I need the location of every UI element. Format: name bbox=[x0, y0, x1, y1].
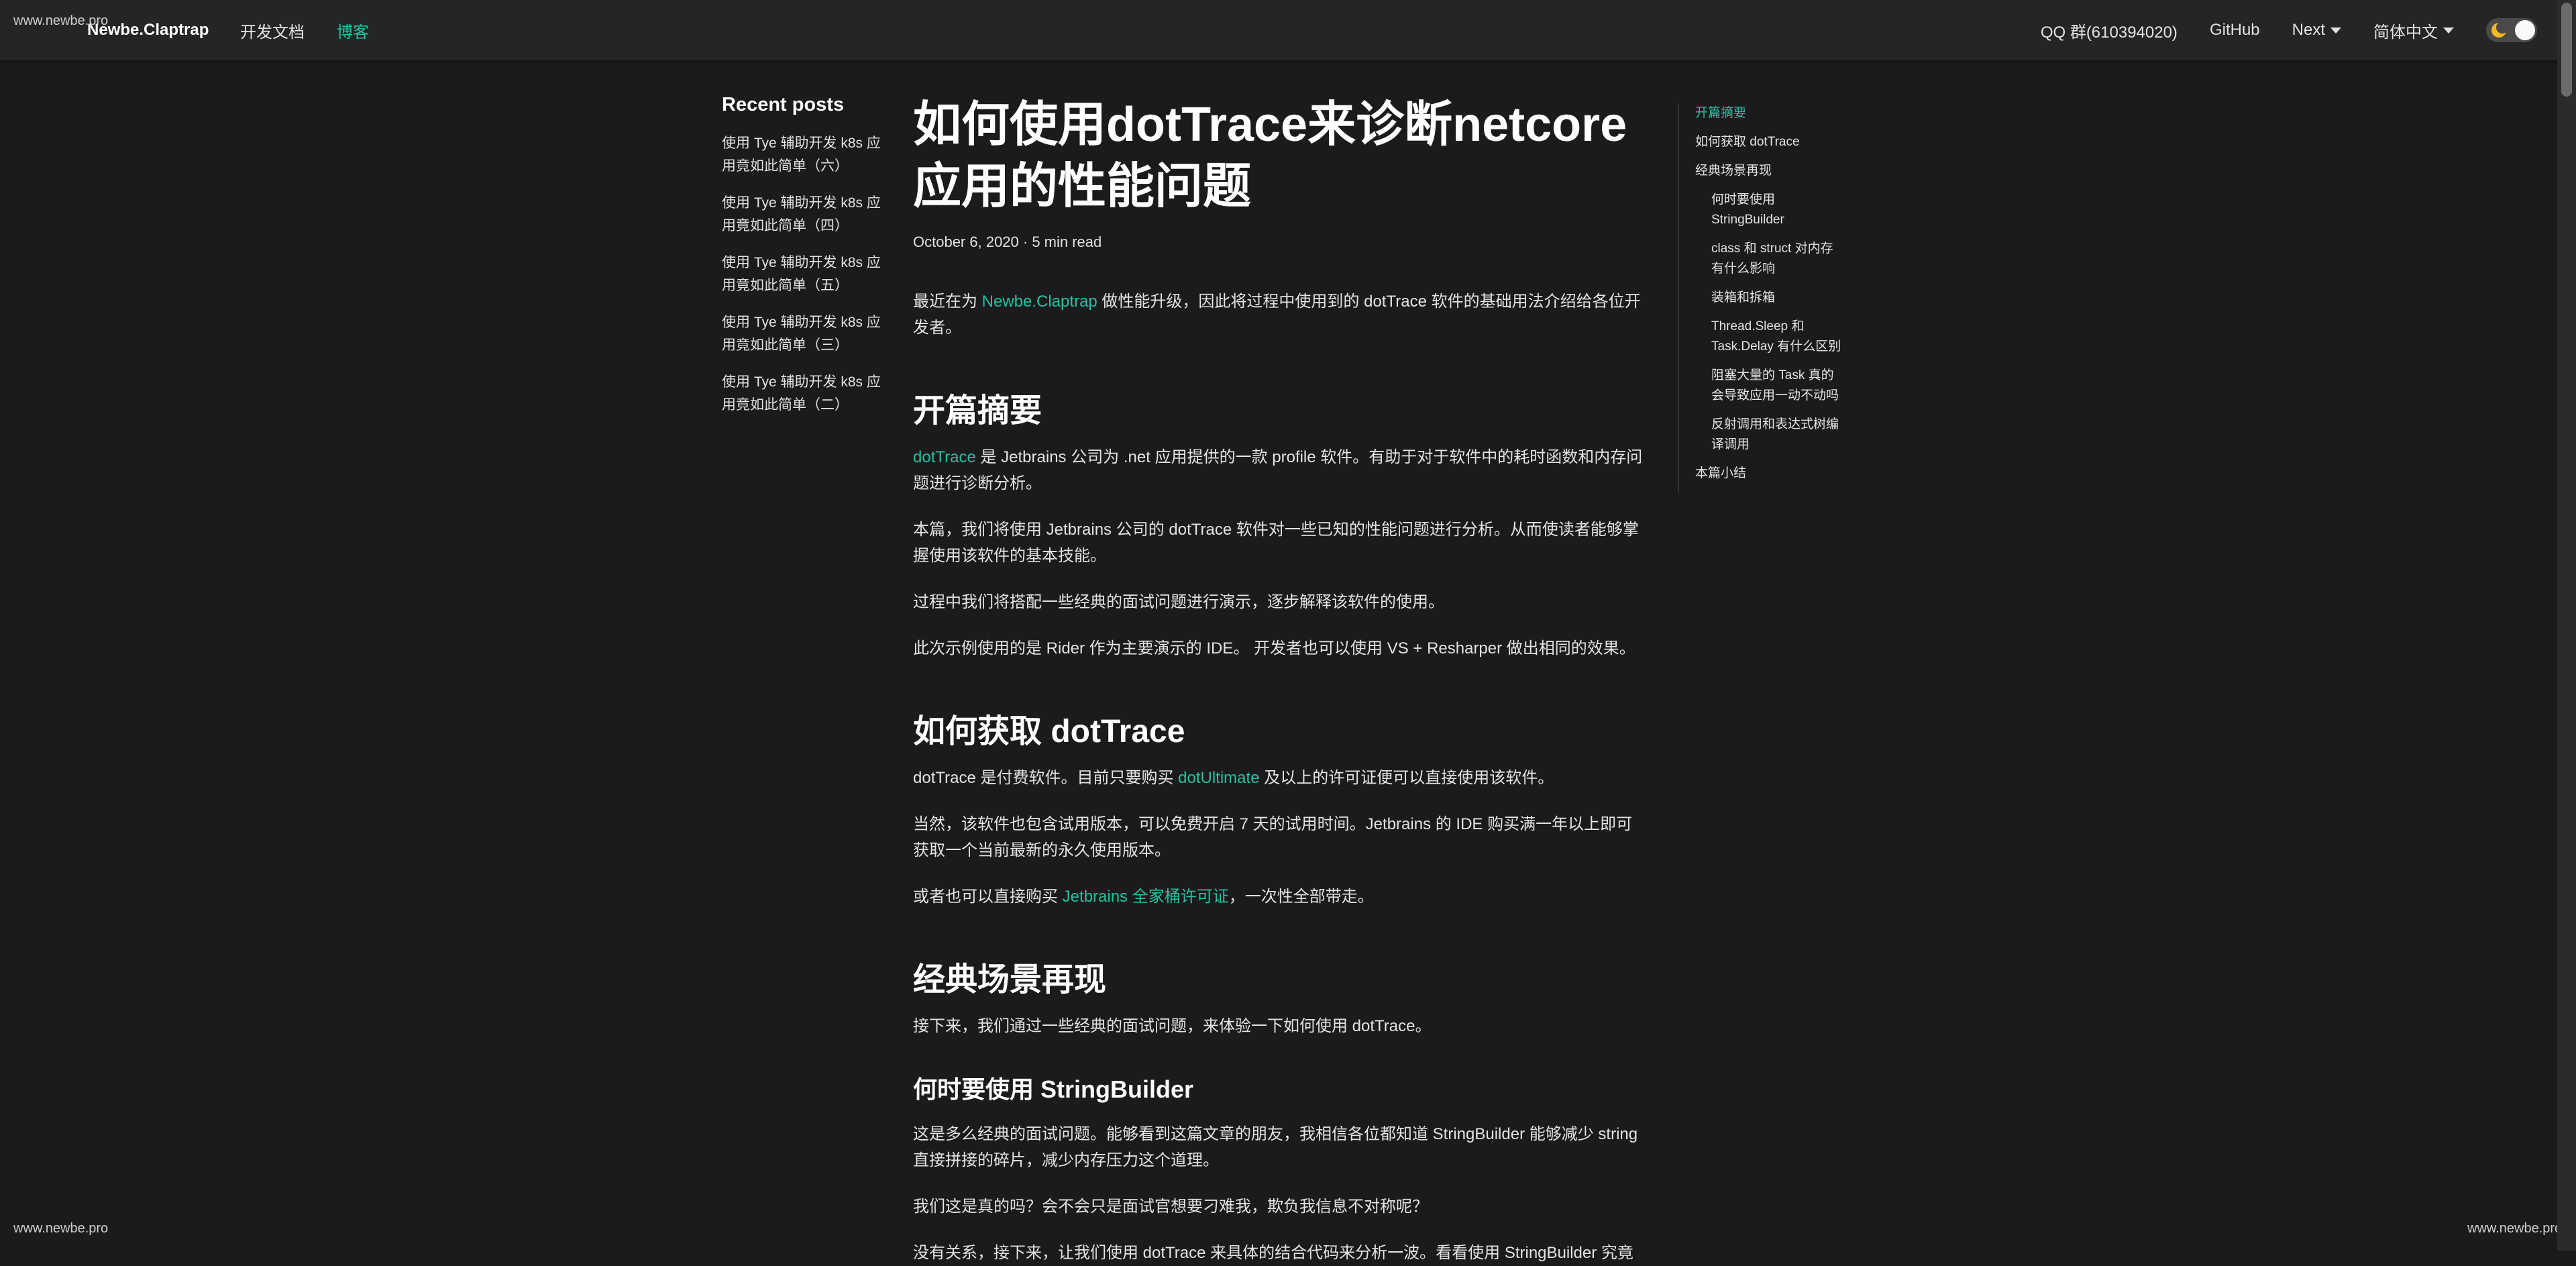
toc-item-boxing[interactable]: 装箱和拆箱 bbox=[1711, 288, 1843, 308]
get-paragraph-3: 或者也可以直接购买 Jetbrains 全家桶许可证，一次性全部带走。 bbox=[913, 888, 1374, 906]
recent-posts-title: Recent posts bbox=[722, 94, 845, 115]
toc-item-summary[interactable]: 开篇摘要 bbox=[1695, 103, 1843, 123]
toc-item-get-dottrace[interactable]: 如何获取 dotTrace bbox=[1695, 132, 1843, 152]
scenes-paragraph-1: 接下来，我们通过一些经典的面试问题，来体验一下如何使用 dotTrace。 bbox=[913, 1017, 1432, 1035]
moon-icon bbox=[2491, 21, 2508, 38]
recent-post-link[interactable]: 使用 Tye 辅助开发 k8s 应用竟如此简单（五） bbox=[722, 252, 883, 297]
version-label: Next bbox=[2292, 21, 2325, 39]
recent-post-link[interactable]: 使用 Tye 辅助开发 k8s 应用竟如此简单（三） bbox=[722, 311, 883, 357]
nav-link-qq-group[interactable]: QQ 群(610394020) bbox=[2041, 19, 2178, 42]
toc-item-blocking-tasks[interactable]: 阻塞大量的 Task 真的会导致应用一动不动吗 bbox=[1711, 366, 1843, 406]
sb-paragraph-2: 我们这是真的吗？会不会只是面试官想要刁难我，欺负我信息不对称呢？ bbox=[913, 1198, 1428, 1216]
article-meta: October 6, 2020 · 5 min read bbox=[913, 233, 1102, 250]
toc-item-sleep-delay[interactable]: Thread.Sleep 和 Task.Delay 有什么区别 bbox=[1711, 317, 1843, 357]
watermark-bottom-right: www.newbe.pro bbox=[2467, 1221, 2563, 1236]
table-of-contents: 开篇摘要 如何获取 dotTrace 经典场景再现 何时要使用 StringBu… bbox=[1678, 103, 1843, 492]
locale-label: 简体中文 bbox=[2373, 23, 2438, 42]
heading-stringbuilder: 何时要使用 StringBuilder bbox=[913, 1075, 1194, 1103]
nav-link-github[interactable]: GitHub bbox=[2210, 21, 2260, 40]
chevron-down-icon bbox=[2443, 27, 2454, 34]
summary-paragraph-3: 过程中我们将搭配一些经典的面试问题进行演示，逐步解释该软件的使用。 bbox=[913, 593, 1444, 611]
jetbrains-license-link[interactable]: Jetbrains 全家桶许可证 bbox=[1063, 888, 1229, 906]
version-dropdown[interactable]: Next bbox=[2292, 21, 2341, 40]
intro-paragraph: 最近在为 Newbe.Claptrap 做性能升级，因此将过程中使用到的 dot… bbox=[913, 293, 1641, 337]
watermark-bottom-left: www.newbe.pro bbox=[13, 1221, 109, 1236]
toggle-knob bbox=[2515, 20, 2535, 40]
get-paragraph-2: 当然，该软件也包含试用版本，可以免费开启 7 天的试用时间。Jetbrains … bbox=[913, 815, 1633, 859]
newbe-claptrap-link[interactable]: Newbe.Claptrap bbox=[982, 293, 1097, 311]
nav-link-blog[interactable]: 博客 bbox=[337, 19, 369, 42]
recent-posts-sidebar: Recent posts 使用 Tye 辅助开发 k8s 应用竟如此简单（六） … bbox=[722, 94, 883, 431]
toc-item-reflection[interactable]: 反射调用和表达式树编译调用 bbox=[1711, 415, 1843, 455]
toc-item-scenes[interactable]: 经典场景再现 bbox=[1695, 161, 1843, 181]
theme-toggle[interactable] bbox=[2486, 18, 2537, 42]
nav-link-docs[interactable]: 开发文档 bbox=[240, 19, 305, 42]
recent-post-link[interactable]: 使用 Tye 辅助开发 k8s 应用竟如此简单（四） bbox=[722, 192, 883, 238]
navbar-right: QQ 群(610394020) GitHub Next 简体中文 bbox=[2041, 0, 2537, 60]
get-paragraph-1: dotTrace 是付费软件。目前只要购买 dotUltimate 及以上的许可… bbox=[913, 769, 1554, 787]
toc-item-conclusion[interactable]: 本篇小结 bbox=[1695, 464, 1843, 484]
summary-paragraph-4: 此次示例使用的是 Rider 作为主要演示的 IDE。 开发者也可以使用 VS … bbox=[913, 639, 1635, 657]
dotultimate-link[interactable]: dotUltimate bbox=[1178, 769, 1259, 787]
recent-post-link[interactable]: 使用 Tye 辅助开发 k8s 应用竟如此简单（六） bbox=[722, 132, 883, 178]
watermark-top-left: www.newbe.pro bbox=[13, 13, 109, 28]
toc-item-stringbuilder[interactable]: 何时要使用 StringBuilder bbox=[1711, 190, 1843, 230]
page-scrollbar[interactable] bbox=[2557, 0, 2576, 1251]
heading-scenes: 经典场景再现 bbox=[913, 962, 1107, 998]
toc-item-class-struct[interactable]: class 和 struct 对内存有什么影响 bbox=[1711, 239, 1843, 279]
summary-paragraph-1: dotTrace 是 Jetbrains 公司为 .net 应用提供的一款 pr… bbox=[913, 448, 1643, 492]
summary-paragraph-2: 本篇，我们将使用 Jetbrains 公司的 dotTrace 软件对一些已知的… bbox=[913, 521, 1639, 565]
chevron-down-icon bbox=[2330, 27, 2341, 34]
scrollbar-thumb[interactable] bbox=[2561, 3, 2572, 97]
article-title: 如何使用dotTrace来诊断netcore应用的性能问题 bbox=[913, 98, 1627, 213]
heading-get-dottrace: 如何获取 dotTrace bbox=[913, 714, 1185, 749]
dottrace-link[interactable]: dotTrace bbox=[913, 448, 976, 466]
sb-paragraph-1: 这是多么经典的面试问题。能够看到这篇文章的朋友，我相信各位都知道 StringB… bbox=[913, 1125, 1638, 1169]
heading-summary: 开篇摘要 bbox=[913, 393, 1042, 429]
recent-post-link[interactable]: 使用 Tye 辅助开发 k8s 应用竟如此简单（二） bbox=[722, 371, 883, 417]
blog-article: 如何使用dotTrace来诊断netcore应用的性能问题 October 6,… bbox=[913, 94, 1644, 1266]
top-navbar: Newbe.Claptrap 开发文档 博客 QQ 群(610394020) G… bbox=[0, 0, 2557, 60]
locale-dropdown[interactable]: 简体中文 bbox=[2373, 19, 2454, 42]
sb-paragraph-3: 没有关系，接下来，让我们使用 dotTrace 来具体的结合代码来分析一波。看看… bbox=[913, 1244, 1633, 1262]
